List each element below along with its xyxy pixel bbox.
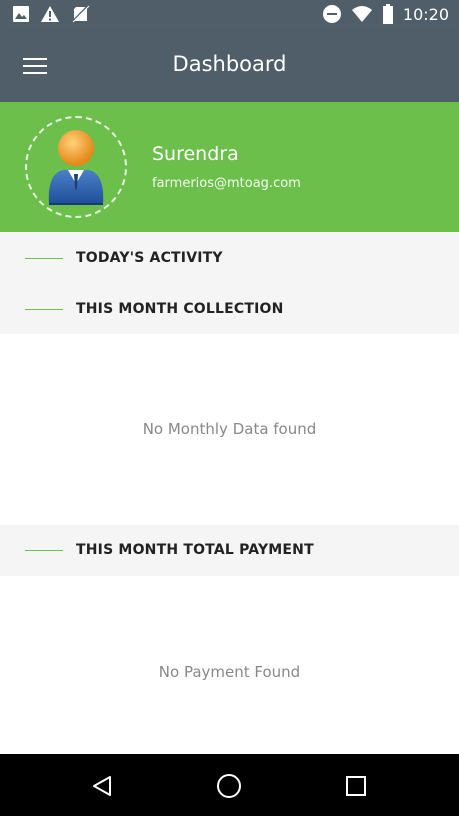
section-month-payment[interactable]: THIS MONTH TOTAL PAYMENT <box>0 525 459 575</box>
image-icon <box>13 6 29 22</box>
section-accent-line <box>25 257 63 259</box>
back-triangle-icon[interactable] <box>87 773 117 799</box>
system-nav-bar <box>0 754 459 816</box>
activity-section: TODAY'S ACTIVITY THIS MONTH COLLECTION <box>0 232 459 334</box>
profile-header: Surendra farmerios@mtoag.com <box>0 102 459 232</box>
profile-name: Surendra <box>152 143 239 165</box>
status-right-icons: 10:20 <box>322 4 449 24</box>
monthly-empty-state: No Monthly Data found <box>0 334 459 525</box>
no-sim-icon <box>71 5 90 23</box>
status-bar: 10:20 <box>0 0 459 31</box>
avatar-ring[interactable] <box>25 116 127 218</box>
payment-empty-text: No Payment Found <box>158 663 301 681</box>
warning-icon <box>41 6 59 22</box>
section-accent-line <box>25 308 63 310</box>
section-label-payment: THIS MONTH TOTAL PAYMENT <box>76 542 314 558</box>
section-today-activity[interactable]: TODAY'S ACTIVITY <box>0 233 459 283</box>
section-accent-line <box>25 549 63 551</box>
status-left-icons <box>12 5 90 23</box>
section-month-collection[interactable]: THIS MONTH COLLECTION <box>0 284 459 334</box>
do-not-disturb-icon <box>322 5 341 23</box>
section-label-today: TODAY'S ACTIVITY <box>76 250 223 266</box>
payment-section: THIS MONTH TOTAL PAYMENT <box>0 525 459 576</box>
monthly-empty-text: No Monthly Data found <box>142 420 317 438</box>
battery-icon <box>382 4 393 24</box>
home-circle-icon[interactable] <box>214 773 244 799</box>
payment-empty-state: No Payment Found <box>0 576 459 754</box>
recents-square-icon[interactable] <box>341 773 371 799</box>
user-avatar-icon <box>48 130 104 205</box>
status-time: 10:20 <box>402 4 449 24</box>
wifi-icon <box>351 6 372 22</box>
app-toolbar: Dashboard <box>0 31 459 102</box>
section-label-collection: THIS MONTH COLLECTION <box>76 301 284 317</box>
page-title: Dashboard <box>172 52 287 76</box>
profile-email: farmerios@mtoag.com <box>152 176 301 191</box>
